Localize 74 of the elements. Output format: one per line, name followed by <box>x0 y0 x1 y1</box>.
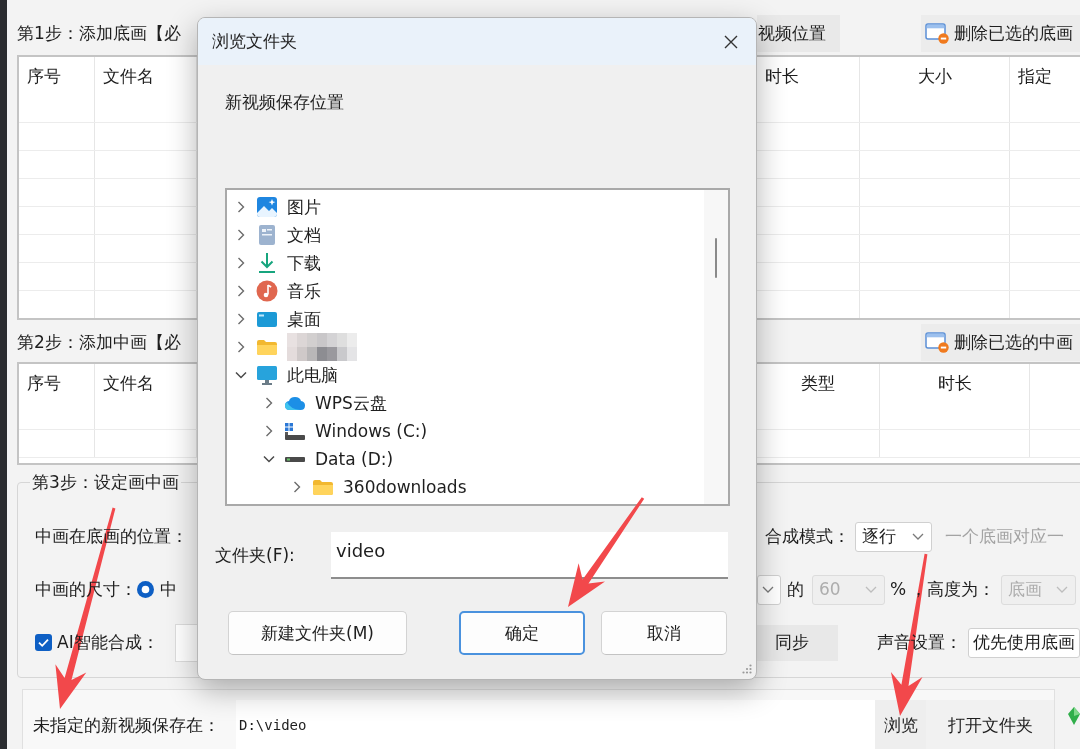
mode-hint: 一个底画对应一 <box>945 526 1064 547</box>
picture-icon <box>256 196 278 218</box>
tree-item-label[interactable]: 图片 <box>287 196 321 218</box>
dialog-prompt: 新视频保存位置 <box>225 92 344 112</box>
percent-sign: % <box>890 579 907 600</box>
folder-icon <box>256 338 278 356</box>
chevron-right-icon[interactable] <box>237 313 245 325</box>
size-dropdown[interactable] <box>757 574 781 605</box>
scrollbar-thumb[interactable] <box>715 238 717 278</box>
size-of-text: 的 <box>787 579 804 600</box>
save-path-field[interactable]: D:\video <box>236 700 875 749</box>
delete-selected-button[interactable]: 删除已选的中画 <box>921 323 1080 361</box>
window-minus-icon <box>925 331 949 353</box>
close-icon <box>724 34 738 49</box>
chevron-down-icon <box>912 533 924 540</box>
column-header[interactable]: 序号 <box>19 57 95 95</box>
download-icon <box>258 252 276 274</box>
size-radio[interactable]: 中 <box>137 579 177 600</box>
column-header[interactable]: 序号 <box>19 364 95 402</box>
height-label: ，高度为： <box>910 579 996 600</box>
tree-item-label[interactable]: 文档 <box>287 224 321 246</box>
chevron-right-icon[interactable] <box>265 397 273 409</box>
chevron-right-icon[interactable] <box>237 285 245 297</box>
tree-item-label[interactable]: 下载 <box>287 252 321 274</box>
folder-name-field[interactable]: video <box>331 532 728 579</box>
chevron-right-icon[interactable] <box>237 341 245 353</box>
dialog-button[interactable]: 取消 <box>601 611 727 655</box>
step-title: 第2步：添加中画【必 <box>17 331 181 353</box>
group-title: 第3步：设定画中画 <box>30 472 181 492</box>
drive-icon <box>284 421 306 441</box>
save-path-label: 未指定的新视频保存在： <box>33 713 220 737</box>
chevron-right-icon[interactable] <box>293 481 301 493</box>
sound-dropdown[interactable]: 优先使用底画 <box>968 627 1080 658</box>
mode-label: 合成模式： <box>765 526 850 547</box>
tree-item-label[interactable]: 360downloads <box>343 476 467 498</box>
chevron-right-icon[interactable] <box>237 229 245 241</box>
sync-option[interactable]: 同步 <box>757 624 838 661</box>
resize-grip-icon[interactable] <box>742 664 752 674</box>
drive-icon <box>284 455 306 463</box>
mode-dropdown[interactable]: 逐行 <box>855 521 932 552</box>
dialog-button[interactable]: 新建文件夹(M) <box>228 611 407 655</box>
gem-icon[interactable] <box>1068 707 1080 725</box>
column-header[interactable]: 指定 <box>1010 57 1080 95</box>
chevron-right-icon[interactable] <box>265 425 273 437</box>
folder-icon <box>312 478 334 496</box>
column-header[interactable]: 时长 <box>880 364 1030 402</box>
desktop-icon <box>256 310 278 328</box>
chevron-down-icon[interactable] <box>235 371 247 379</box>
dialog-button[interactable]: 确定 <box>459 611 585 655</box>
tree-item-label[interactable]: 此电脑 <box>287 364 338 386</box>
column-header[interactable]: 大小 <box>860 57 1010 95</box>
toolbar-button[interactable]: 视频位置 <box>757 14 840 52</box>
monitor-icon <box>256 364 278 386</box>
chevron-down-icon <box>865 586 877 593</box>
chevron-right-icon[interactable] <box>237 201 245 213</box>
chevron-down-icon <box>1056 586 1069 593</box>
folder-label: 文件夹(F): <box>215 545 296 566</box>
path-button[interactable]: 浏览 <box>875 700 926 749</box>
music-note-icon <box>256 280 278 302</box>
chevron-down-icon <box>762 586 774 593</box>
window-minus-icon <box>925 22 949 44</box>
chevron-down-icon[interactable] <box>263 455 275 463</box>
chevron-right-icon[interactable] <box>237 257 245 269</box>
tree-item-label[interactable]: Data (D:) <box>315 448 394 470</box>
tree-item-label[interactable]: 桌面 <box>287 308 321 330</box>
delete-selected-button[interactable]: 删除已选的底画 <box>921 14 1080 52</box>
tree-item-label[interactable]: 音乐 <box>287 280 321 302</box>
document-icon <box>258 224 276 246</box>
tree-item-label[interactable]: WPS云盘 <box>315 392 387 414</box>
dialog-title: 浏览文件夹 <box>212 31 297 52</box>
step-title: 第1步：添加底画【必 <box>17 22 181 44</box>
path-button[interactable]: 打开文件夹 <box>926 700 1054 749</box>
cloud-icon <box>284 395 306 411</box>
tree-item-label[interactable]: Windows (C:) <box>315 420 428 442</box>
